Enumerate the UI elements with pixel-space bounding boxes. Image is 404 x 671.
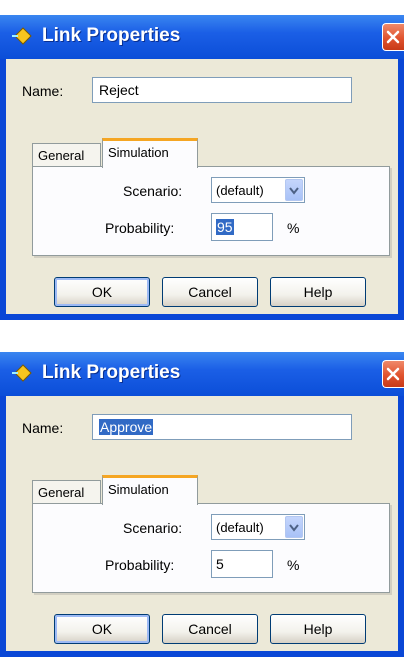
- probability-label: Probability:: [105, 220, 175, 236]
- chevron-down-icon: [289, 187, 299, 195]
- dialog-body: Name: Approve General Simulation Scenari…: [6, 396, 398, 651]
- ok-button[interactable]: OK: [54, 277, 150, 307]
- probability-value: 5: [216, 556, 224, 572]
- name-field[interactable]: Reject: [92, 77, 352, 103]
- probability-field[interactable]: 5: [211, 550, 273, 578]
- probability-label: Probability:: [105, 557, 175, 573]
- percent-label: %: [287, 557, 300, 573]
- scenario-select[interactable]: (default): [211, 514, 305, 540]
- name-field[interactable]: Approve: [92, 414, 352, 440]
- close-icon: [386, 367, 400, 381]
- close-button[interactable]: [382, 23, 404, 51]
- close-button[interactable]: [382, 360, 404, 388]
- scenario-label: Scenario:: [123, 520, 183, 536]
- tab-simulation[interactable]: Simulation: [102, 138, 198, 168]
- scenario-value: (default): [216, 520, 264, 535]
- diamond-link-icon: [12, 363, 34, 383]
- dialog-title: Link Properties: [42, 25, 181, 46]
- name-label: Name:: [22, 420, 64, 436]
- simulation-panel: Scenario: (default) Probability: 5 %: [32, 503, 390, 593]
- name-label: Name:: [22, 83, 64, 99]
- scenario-label: Scenario:: [123, 183, 183, 199]
- ok-button[interactable]: OK: [54, 614, 150, 644]
- diamond-link-icon: [12, 26, 34, 46]
- percent-label: %: [287, 220, 300, 236]
- tab-simulation[interactable]: Simulation: [102, 475, 198, 505]
- dropdown-button[interactable]: [285, 179, 303, 201]
- tab-general[interactable]: General: [32, 143, 101, 167]
- scenario-value: (default): [216, 183, 264, 198]
- dropdown-button[interactable]: [285, 516, 303, 538]
- link-properties-dialog-reject: Link Properties Name: Reject General Sim…: [0, 15, 404, 320]
- cancel-button[interactable]: Cancel: [162, 277, 258, 307]
- cancel-button[interactable]: Cancel: [162, 614, 258, 644]
- tab-general[interactable]: General: [32, 480, 101, 504]
- name-value: Reject: [99, 82, 139, 98]
- name-value: Approve: [99, 419, 154, 435]
- title-bar[interactable]: Link Properties: [0, 352, 404, 396]
- help-button[interactable]: Help: [270, 614, 366, 644]
- close-icon: [386, 30, 400, 44]
- title-bar[interactable]: Link Properties: [0, 15, 404, 59]
- probability-value: 95: [216, 219, 234, 235]
- dialog-title: Link Properties: [42, 362, 181, 383]
- scenario-select[interactable]: (default): [211, 177, 305, 203]
- link-properties-dialog-approve: Link Properties Name: Approve General Si…: [0, 352, 404, 657]
- chevron-down-icon: [289, 524, 299, 532]
- help-button[interactable]: Help: [270, 277, 366, 307]
- probability-field[interactable]: 95: [211, 213, 273, 241]
- dialog-body: Name: Reject General Simulation Scenario…: [6, 59, 398, 314]
- simulation-panel: Scenario: (default) Probability: 95 %: [32, 166, 390, 256]
